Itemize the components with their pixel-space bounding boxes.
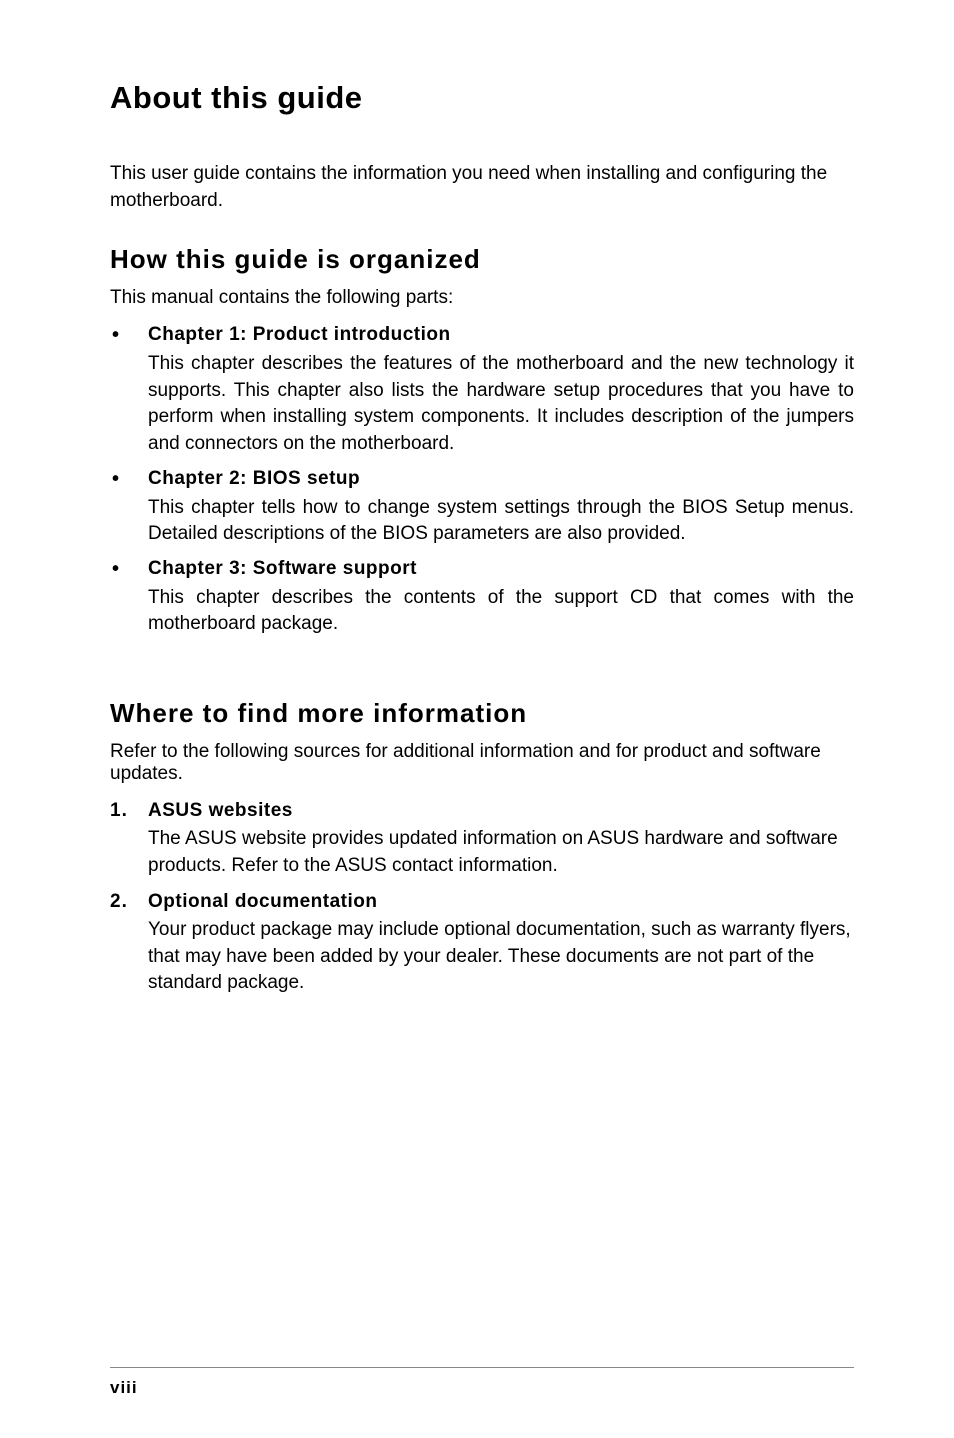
chapter-title: Chapter 3: Software support xyxy=(148,558,854,580)
list-item: 1. ASUS websites The ASUS website provid… xyxy=(110,800,854,879)
chapter-body: This chapter describes the features of t… xyxy=(148,351,854,457)
chapter-body: This chapter tells how to change system … xyxy=(148,495,854,548)
page-title: About this guide xyxy=(110,80,854,116)
list-item: Chapter 3: Software support This chapter… xyxy=(110,558,854,638)
chapters-list: Chapter 1: Product introduction This cha… xyxy=(110,324,854,638)
page-number: viii xyxy=(110,1378,854,1398)
moreinfo-list: 1. ASUS websites The ASUS website provid… xyxy=(110,800,854,997)
chapter-title: Chapter 1: Product introduction xyxy=(148,324,854,346)
section-moreinfo-intro: Refer to the following sources for addit… xyxy=(110,741,854,785)
item-title: Optional documentation xyxy=(148,891,854,913)
list-item: Chapter 2: BIOS setup This chapter tells… xyxy=(110,468,854,548)
page-footer: viii xyxy=(110,1367,854,1398)
list-item: Chapter 1: Product introduction This cha… xyxy=(110,324,854,457)
item-title: ASUS websites xyxy=(148,800,854,822)
chapter-title: Chapter 2: BIOS setup xyxy=(148,468,854,490)
intro-paragraph: This user guide contains the information… xyxy=(110,161,854,214)
item-number: 1. xyxy=(110,800,128,822)
chapter-body: This chapter describes the contents of t… xyxy=(148,585,854,638)
item-body: The ASUS website provides updated inform… xyxy=(148,826,854,879)
item-number: 2. xyxy=(110,891,128,913)
section-organized-heading: How this guide is organized xyxy=(110,244,854,275)
list-item: 2. Optional documentation Your product p… xyxy=(110,891,854,997)
item-body: Your product package may include optiona… xyxy=(148,917,854,997)
section-moreinfo-heading: Where to find more information xyxy=(110,698,854,729)
section-organized-intro: This manual contains the following parts… xyxy=(110,287,854,309)
footer-divider xyxy=(110,1367,854,1368)
